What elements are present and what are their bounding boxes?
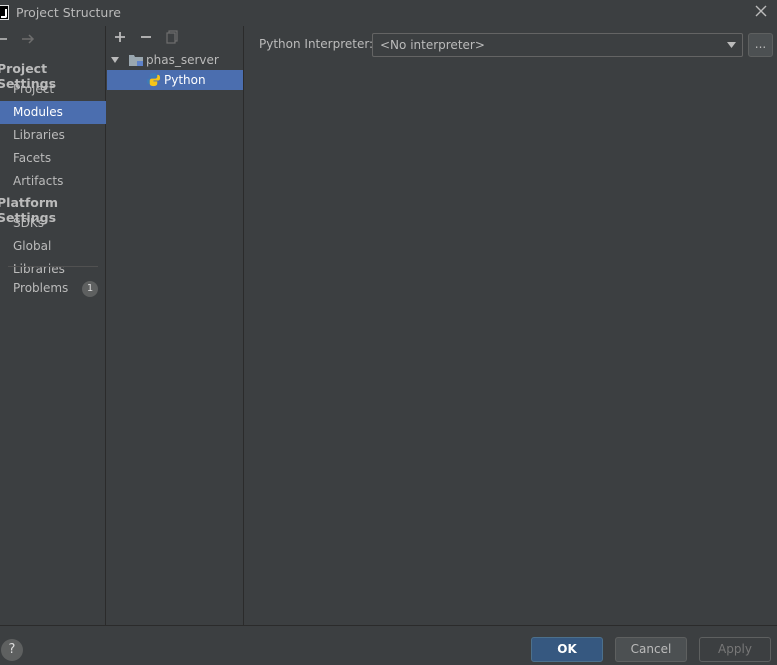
nav-history <box>0 30 106 48</box>
sidebar-item-label: SDKs <box>13 216 44 230</box>
tree-node-phas-server[interactable]: phas_server <box>107 50 243 70</box>
sidebar-item-label: Problems <box>13 281 69 295</box>
settings-sidebar: Project Settings Project Modules Librari… <box>0 26 106 625</box>
back-arrow-icon[interactable] <box>0 30 10 48</box>
dialog-footer: ? OK Cancel Apply <box>0 625 777 665</box>
add-icon[interactable] <box>112 29 128 45</box>
python-facet-settings: Python Interpreter: <No interpreter> ... <box>244 26 777 625</box>
title-bar: Project Structure <box>0 0 777 26</box>
sidebar-item-global-libraries[interactable]: Global Libraries <box>0 235 106 276</box>
sidebar-item-facets[interactable]: Facets <box>0 147 106 170</box>
python-interpreter-label: Python Interpreter: <box>259 37 374 51</box>
sidebar-item-artifacts[interactable]: Artifacts <box>0 170 106 193</box>
window-title: Project Structure <box>16 5 121 20</box>
python-icon <box>146 72 161 87</box>
remove-icon[interactable] <box>138 29 154 45</box>
forward-arrow-icon[interactable] <box>20 30 36 48</box>
expand-arrow-icon[interactable] <box>110 55 120 65</box>
folder-icon <box>129 55 143 66</box>
sidebar-item-label: Facets <box>13 151 52 165</box>
module-tree-panel: phas_server Python <box>107 26 244 625</box>
sidebar-item-label: Global Libraries <box>13 239 65 276</box>
sidebar-item-sdks[interactable]: SDKs <box>0 212 106 235</box>
sidebar-item-modules[interactable]: Modules <box>0 101 106 124</box>
tree-node-label: Python <box>164 73 206 87</box>
intellij-logo-icon <box>0 5 9 20</box>
chevron-down-icon <box>727 42 736 48</box>
python-interpreter-select[interactable]: <No interpreter> <box>372 33 743 57</box>
problems-count-badge: 1 <box>82 281 98 297</box>
sidebar-item-label: Libraries <box>13 128 65 142</box>
sidebar-item-label: Artifacts <box>13 174 64 188</box>
sidebar-item-label: Modules <box>13 105 63 119</box>
cancel-button[interactable]: Cancel <box>615 637 687 662</box>
ok-button[interactable]: OK <box>531 637 603 662</box>
tree-toolbar <box>107 26 244 48</box>
selected-interpreter-value: <No interpreter> <box>380 38 485 52</box>
tree-node-python[interactable]: Python <box>107 70 243 90</box>
help-button[interactable]: ? <box>1 639 23 661</box>
sidebar-item-label: Project <box>13 82 55 96</box>
apply-button[interactable]: Apply <box>699 637 771 662</box>
project-structure-dialog: Project Structure Project Settings Proje… <box>0 0 777 665</box>
browse-interpreter-button[interactable]: ... <box>748 33 773 57</box>
sidebar-item-project[interactable]: Project <box>0 78 106 101</box>
copy-icon[interactable] <box>164 29 180 45</box>
sidebar-divider <box>8 266 98 267</box>
close-icon[interactable] <box>752 2 770 20</box>
tree-node-label: phas_server <box>146 53 219 67</box>
sidebar-item-libraries[interactable]: Libraries <box>0 124 106 147</box>
sidebar-item-problems[interactable]: Problems 1 <box>0 277 106 300</box>
